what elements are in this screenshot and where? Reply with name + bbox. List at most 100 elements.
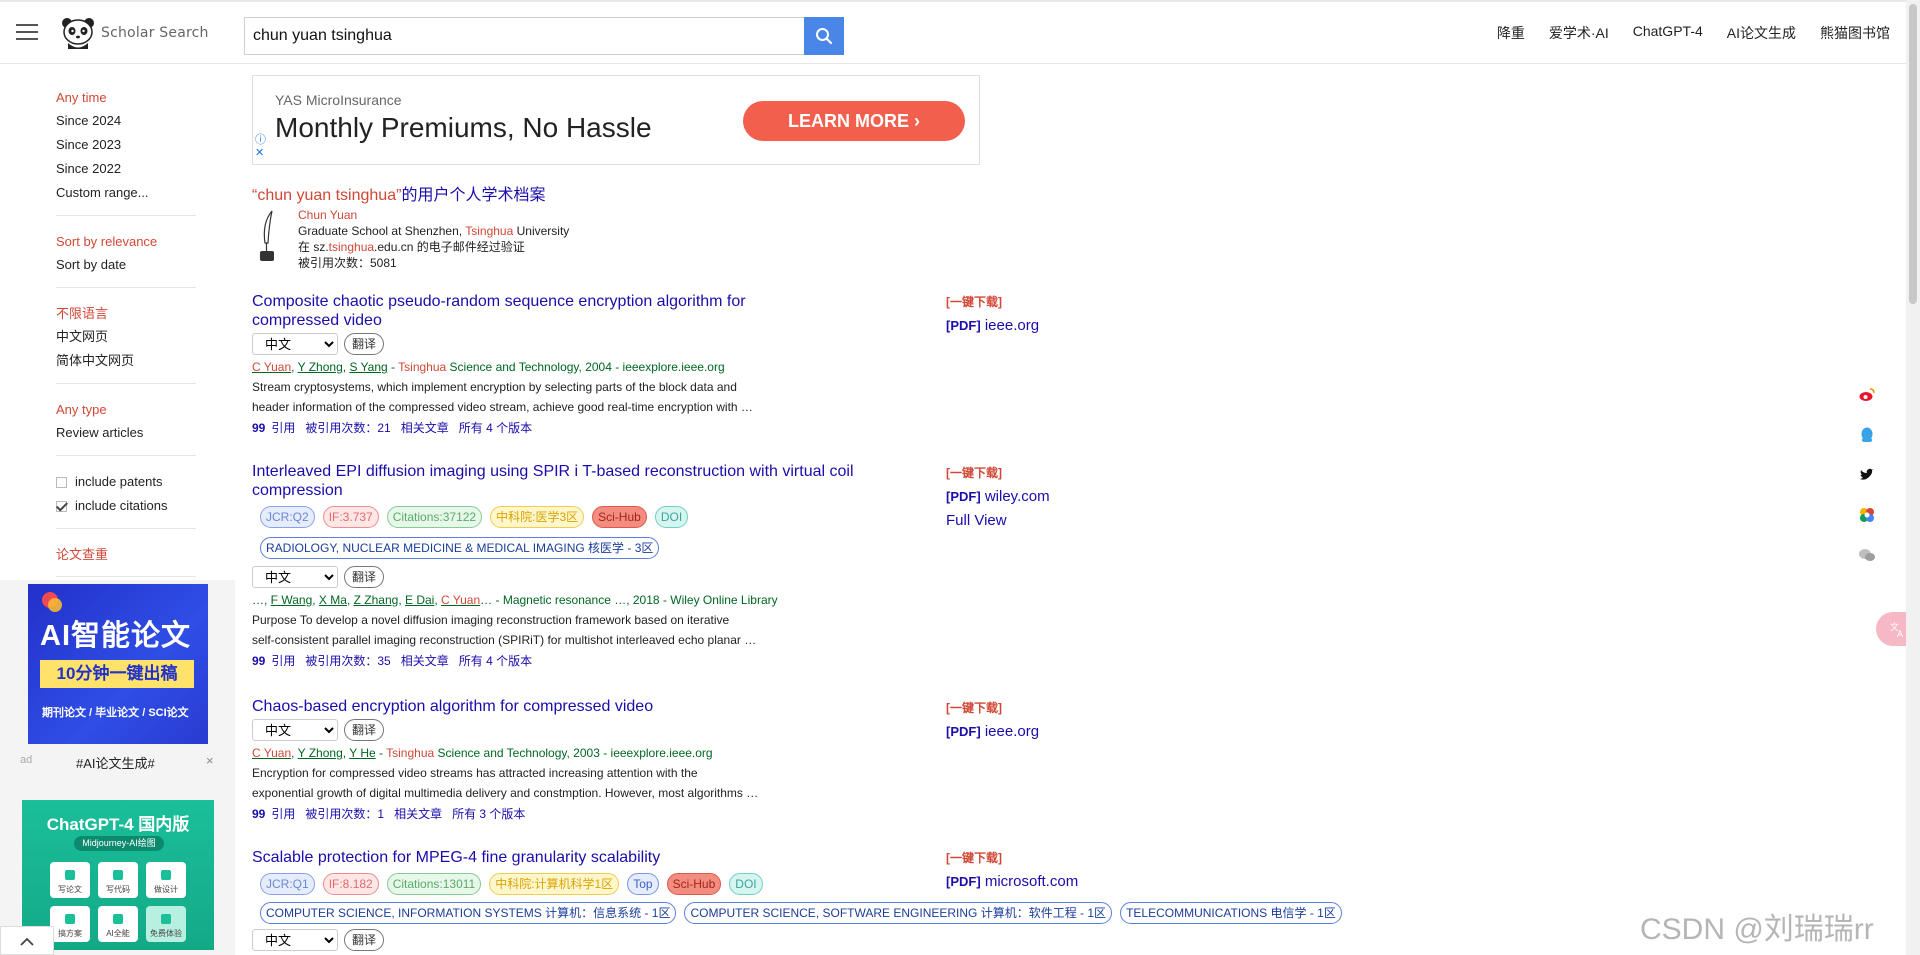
one-click-download-link[interactable]: [一键下载] — [946, 850, 1078, 866]
lang-chinese-pages[interactable]: 中文网页 — [56, 325, 196, 349]
badge-doi[interactable]: DOI — [729, 873, 763, 895]
ad-info-icons[interactable]: ⓘ ✕ — [255, 134, 266, 160]
quote-icon[interactable]: 99 — [252, 654, 265, 668]
author-link[interactable]: E Dai — [405, 593, 434, 607]
related-articles-link[interactable]: 相关文章 — [401, 654, 449, 668]
badge-scihub[interactable]: Sci-Hub — [666, 873, 722, 895]
qq-share-icon[interactable] — [1856, 424, 1878, 446]
result-title[interactable]: Scalable protection for MPEG-4 fine gran… — [252, 848, 1352, 867]
badge-jcr: JCR:Q2 — [260, 506, 315, 528]
sort-relevance[interactable]: Sort by relevance — [56, 230, 196, 253]
cited-by-link[interactable]: 被引用次数：35 — [305, 654, 390, 668]
author-link[interactable]: Y He — [349, 746, 375, 760]
result-title[interactable]: Interleaved EPI diffusion imaging using … — [252, 462, 882, 500]
related-articles-link[interactable]: 相关文章 — [394, 807, 442, 821]
author-link[interactable]: Y Zhong — [298, 360, 343, 374]
full-view-link[interactable]: Full View — [946, 509, 1050, 533]
one-click-download-link[interactable]: [一键下载] — [946, 700, 1039, 716]
photo-share-icon[interactable] — [1856, 504, 1878, 526]
quote-icon[interactable]: 99 — [252, 421, 265, 435]
pdf-link[interactable]: [PDF] wiley.com — [946, 485, 1050, 509]
author-link[interactable]: F Wang — [271, 593, 313, 607]
one-click-download-link[interactable]: [一键下载] — [946, 294, 1039, 310]
all-versions-link[interactable]: 所有 4 个版本 — [459, 421, 532, 435]
language-select[interactable]: 中文 — [252, 566, 338, 588]
type-any[interactable]: Any type — [56, 398, 196, 421]
sort-date[interactable]: Sort by date — [56, 253, 196, 277]
info-icon[interactable]: ⓘ — [255, 134, 266, 147]
checkbox-citations[interactable] — [56, 500, 67, 512]
language-select[interactable]: 中文 — [252, 719, 338, 741]
author-link[interactable]: C Yuan — [252, 746, 291, 760]
cited-by-link[interactable]: 被引用次数：1 — [305, 807, 384, 821]
nav-dedup[interactable]: 降重 — [1497, 23, 1525, 43]
badge-scihub[interactable]: Sci-Hub — [592, 506, 647, 528]
plagiarism-check-link[interactable]: 论文查重 — [56, 543, 196, 566]
nav-panda-library[interactable]: 熊猫图书馆 — [1820, 23, 1890, 43]
language-select[interactable]: 中文 — [252, 333, 338, 355]
hamburger-menu-icon[interactable] — [16, 24, 38, 42]
pdf-link[interactable]: [PDF] ieee.org — [946, 314, 1039, 338]
author-link[interactable]: S Yang — [349, 360, 387, 374]
all-versions-link[interactable]: 所有 4 个版本 — [459, 654, 532, 668]
profile-name[interactable]: Chun Yuan — [298, 207, 569, 223]
result-title[interactable]: Chaos-based encryption algorithm for com… — [252, 697, 952, 716]
ad2-tile: 写论文 — [50, 862, 90, 898]
logo[interactable]: Scholar Search — [58, 14, 209, 52]
scrollbar-thumb[interactable] — [1909, 4, 1917, 304]
lang-any[interactable]: 不限语言 — [56, 302, 196, 325]
nav-chatgpt4[interactable]: ChatGPT-4 — [1633, 23, 1703, 43]
related-articles-link[interactable]: 相关文章 — [401, 421, 449, 435]
pdf-link[interactable]: [PDF] microsoft.com — [946, 870, 1078, 894]
author-link[interactable]: C Yuan — [441, 593, 480, 607]
ai-paper-ad[interactable]: AI智能论文 10分钟一键出稿 期刊论文 / 毕业论文 / SCI论文 — [28, 584, 208, 744]
filter-custom-range[interactable]: Custom range... — [56, 181, 196, 205]
quote-icon[interactable]: 99 — [252, 807, 265, 821]
result-title[interactable]: Composite chaotic pseudo-random sequence… — [252, 292, 792, 330]
lang-simplified-chinese[interactable]: 简体中文网页 — [56, 349, 196, 373]
cite-link[interactable]: 引用 — [271, 807, 295, 821]
ad-close-icon[interactable]: × — [206, 753, 214, 768]
translate-button[interactable]: 翻译 — [344, 566, 385, 588]
translate-icon: 文A — [1890, 621, 1904, 638]
translate-button[interactable]: 翻译 — [344, 333, 385, 355]
vertical-scrollbar[interactable] — [1906, 0, 1920, 955]
insurance-ad-banner[interactable]: YAS MicroInsurance Monthly Premiums, No … — [252, 75, 980, 165]
language-select[interactable]: 中文 — [252, 929, 338, 951]
pdf-link[interactable]: [PDF] ieee.org — [946, 720, 1039, 744]
twitter-share-icon[interactable] — [1856, 464, 1878, 486]
include-patents-checkbox[interactable]: include patents — [56, 470, 196, 494]
translate-button[interactable]: 翻译 — [344, 719, 385, 741]
ad1-caption[interactable]: #AI论文生成# — [76, 753, 155, 772]
translate-row: 中文 翻译 — [252, 566, 952, 588]
all-versions-link[interactable]: 所有 3 个版本 — [452, 807, 525, 821]
badge-doi[interactable]: DOI — [654, 506, 689, 528]
cited-by-link[interactable]: 被引用次数：21 — [305, 421, 390, 435]
search-button[interactable] — [804, 17, 844, 55]
badge-impact-factor: IF:3.737 — [322, 506, 379, 528]
checkbox-patents[interactable] — [56, 476, 67, 488]
nav-aixueshu[interactable]: 爱学术·AI — [1549, 23, 1609, 43]
filter-since-2023[interactable]: Since 2023 — [56, 133, 196, 157]
learn-more-button[interactable]: LEARN MORE › — [743, 101, 965, 141]
scroll-to-top-button[interactable] — [0, 926, 54, 955]
cite-link[interactable]: 引用 — [271, 421, 295, 435]
filter-since-2022[interactable]: Since 2022 — [56, 157, 196, 181]
wechat-share-icon[interactable] — [1856, 544, 1878, 566]
author-link[interactable]: X Ma — [319, 593, 347, 607]
nav-ai-paper[interactable]: AI论文生成 — [1727, 23, 1796, 43]
author-link[interactable]: C Yuan — [252, 360, 291, 374]
type-review-articles[interactable]: Review articles — [56, 421, 196, 445]
filter-since-2024[interactable]: Since 2024 — [56, 109, 196, 133]
filter-any-time[interactable]: Any time — [56, 86, 196, 109]
one-click-download-link[interactable]: [一键下载] — [946, 465, 1050, 481]
translate-button[interactable]: 翻译 — [344, 929, 385, 951]
close-icon[interactable]: ✕ — [255, 147, 266, 160]
author-link[interactable]: Z Zhang — [354, 593, 399, 607]
weibo-share-icon[interactable] — [1856, 384, 1878, 406]
profile-title-link[interactable]: “chun yuan tsinghua”的用户个人学术档案 — [252, 181, 545, 205]
author-link[interactable]: Y Zhong — [298, 746, 343, 760]
include-citations-checkbox[interactable]: include citations — [56, 494, 196, 518]
search-input[interactable] — [244, 17, 804, 55]
cite-link[interactable]: 引用 — [271, 654, 295, 668]
